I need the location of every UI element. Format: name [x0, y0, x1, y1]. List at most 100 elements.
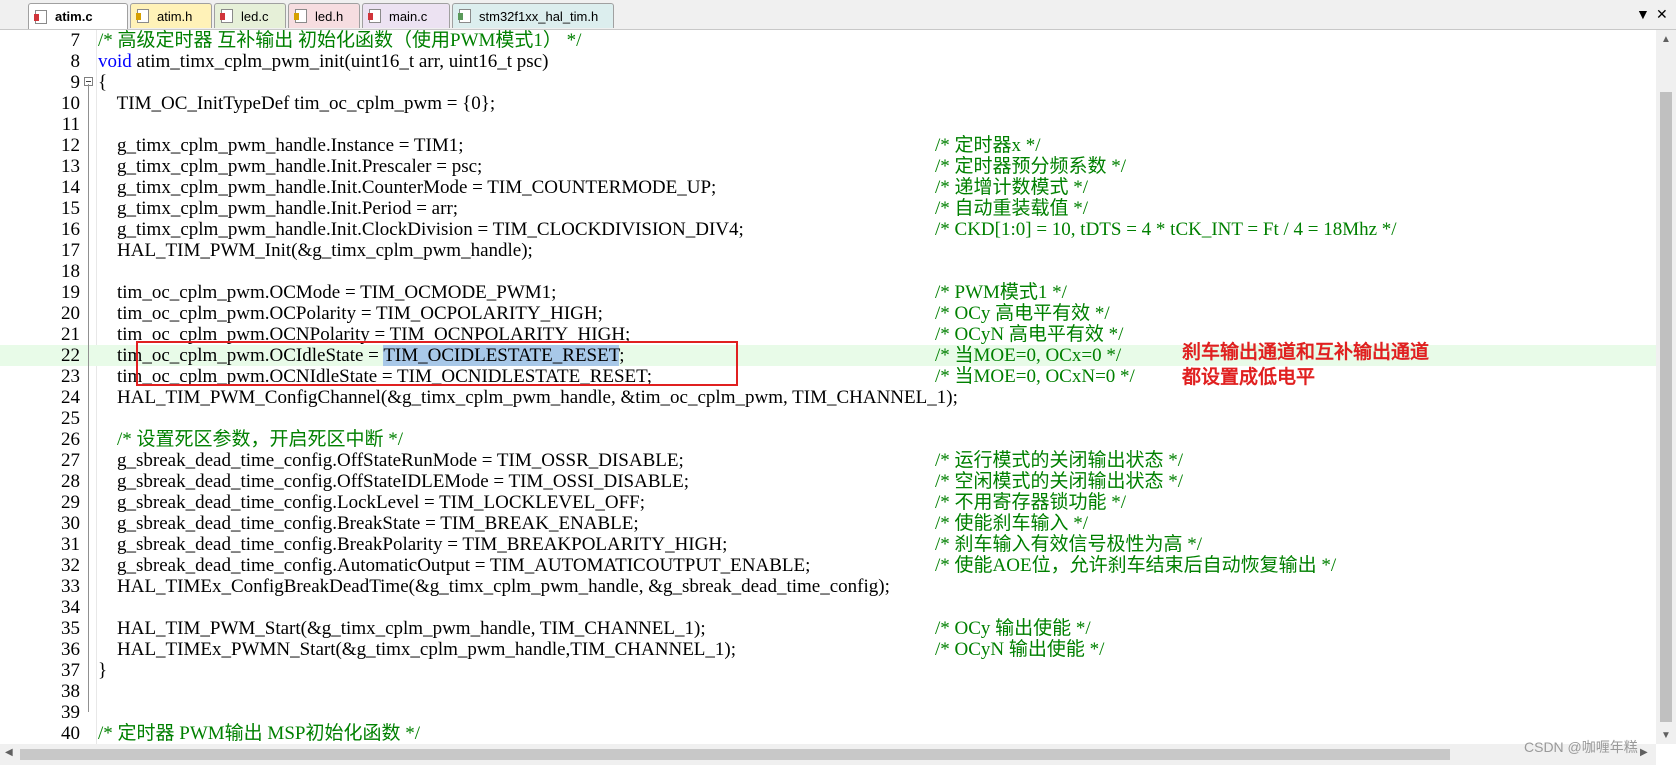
code-text: void atim_timx_cplm_pwm_init(uint16_t ar… — [98, 51, 548, 72]
line-number: 23 — [61, 366, 80, 387]
line-number: 8 — [70, 51, 81, 72]
code-line[interactable]: 28 g_sbreak_dead_time_config.OffStateIDL… — [0, 471, 1656, 492]
code-line[interactable]: 15 g_timx_cplm_pwm_handle.Init.Period = … — [0, 198, 1656, 219]
line-number: 37 — [61, 660, 80, 681]
code-line[interactable]: 18 — [0, 261, 1656, 282]
code-text: } — [98, 660, 108, 681]
tab-list-dropdown-icon[interactable]: ▼ — [1636, 6, 1650, 22]
line-number: 22 — [61, 345, 80, 366]
tab-led-c[interactable]: led.c — [214, 3, 286, 28]
tab-atim-c[interactable]: atim.c — [28, 3, 128, 29]
line-number: 38 — [61, 681, 80, 702]
code-text: g_timx_cplm_pwm_handle.Instance = TIM1; — [98, 135, 464, 156]
code-text: g_sbreak_dead_time_config.BreakPolarity … — [98, 534, 728, 555]
annotation-box — [136, 341, 738, 386]
code-line[interactable]: 25 — [0, 408, 1656, 429]
file-icon — [34, 9, 47, 24]
code-line[interactable]: 29 g_sbreak_dead_time_config.LockLevel =… — [0, 492, 1656, 513]
horizontal-scroll-thumb[interactable] — [20, 749, 1450, 760]
code-line[interactable]: 32 g_sbreak_dead_time_config.AutomaticOu… — [0, 555, 1656, 576]
vertical-scroll-thumb[interactable] — [1660, 92, 1672, 722]
code-line[interactable]: 30 g_sbreak_dead_time_config.BreakState … — [0, 513, 1656, 534]
keyword-token: void — [98, 51, 132, 72]
code-line[interactable]: 9{ — [0, 72, 1656, 93]
inline-comment: /* OCyN 输出使能 */ — [935, 639, 1105, 660]
code-text: tim_oc_cplm_pwm.OCPolarity = TIM_OCPOLAR… — [98, 303, 603, 324]
inline-comment: /* 刹车输入有效信号极性为高 */ — [935, 534, 1203, 555]
code-line[interactable]: 16 g_timx_cplm_pwm_handle.Init.ClockDivi… — [0, 219, 1656, 240]
tab-label: led.h — [315, 8, 344, 24]
code-text: HAL_TIM_PWM_Start(&g_timx_cplm_pwm_handl… — [98, 618, 706, 639]
line-number: 25 — [61, 408, 80, 429]
code-text: /* 设置死区参数，开启死区中断 */ — [98, 429, 404, 450]
close-tab-icon[interactable]: ✕ — [1656, 6, 1668, 23]
scroll-up-icon[interactable]: ▲ — [1661, 34, 1671, 45]
inline-comment: /* 当MOE=0, OCxN=0 */ — [935, 366, 1135, 387]
line-number: 40 — [61, 723, 80, 744]
line-number: 15 — [61, 198, 80, 219]
code-line[interactable]: 26 /* 设置死区参数，开启死区中断 */ — [0, 429, 1656, 450]
code-line[interactable]: 39 — [0, 702, 1656, 723]
code-line[interactable]: 24 HAL_TIM_PWM_ConfigChannel(&g_timx_cpl… — [0, 387, 1656, 408]
line-number: 16 — [61, 219, 80, 240]
code-line[interactable]: 7 /* 高级定时器 互补输出 初始化函数（使用PWM模式1） */ — [0, 30, 1656, 51]
code-line[interactable]: 34 — [0, 597, 1656, 618]
line-number: 24 — [61, 387, 80, 408]
line-number: 14 — [61, 177, 80, 198]
code-line[interactable]: 35 HAL_TIM_PWM_Start(&g_timx_cplm_pwm_ha… — [0, 618, 1656, 639]
code-text: g_sbreak_dead_time_config.LockLevel = TI… — [98, 492, 646, 513]
code-text: /* 定时器 PWM输出 MSP初始化函数 */ — [98, 723, 420, 744]
line-number: 11 — [61, 114, 80, 135]
line-number: 9 — [70, 72, 81, 93]
horizontal-scrollbar[interactable]: ◀ ▶ — [0, 744, 1656, 765]
line-number: 33 — [61, 576, 80, 597]
scroll-left-icon[interactable]: ◀ — [5, 747, 13, 758]
inline-comment: /* CKD[1:0] = 10, tDTS = 4 * tCK_INT = F… — [935, 219, 1397, 240]
line-number: 31 — [61, 534, 80, 555]
code-line[interactable]: 12 g_timx_cplm_pwm_handle.Instance = TIM… — [0, 135, 1656, 156]
tab-label: atim.h — [157, 8, 193, 24]
code-line[interactable]: 31 g_sbreak_dead_time_config.BreakPolari… — [0, 534, 1656, 555]
line-number: 29 — [61, 492, 80, 513]
file-icon — [458, 9, 471, 23]
inline-comment: /* 空闲模式的关闭输出状态 */ — [935, 471, 1184, 492]
code-text: g_sbreak_dead_time_config.OffStateIDLEMo… — [98, 471, 690, 492]
tab-main-c[interactable]: main.c — [362, 3, 450, 28]
code-text: g_sbreak_dead_time_config.OffStateRunMod… — [98, 450, 684, 471]
inline-comment: /* 使能刹车输入 */ — [935, 513, 1089, 534]
code-text: g_timx_cplm_pwm_handle.Init.Period = arr… — [98, 198, 459, 219]
code-line[interactable]: 14 g_timx_cplm_pwm_handle.Init.CounterMo… — [0, 177, 1656, 198]
code-line[interactable]: 27 g_sbreak_dead_time_config.OffStateRun… — [0, 450, 1656, 471]
inline-comment: /* 定时器x */ — [935, 135, 1041, 156]
vertical-scrollbar[interactable]: ▲ ▼ — [1656, 30, 1676, 744]
code-line[interactable]: 33 HAL_TIMEx_ConfigBreakDeadTime(&g_timx… — [0, 576, 1656, 597]
code-line[interactable]: 19 tim_oc_cplm_pwm.OCMode = TIM_OCMODE_P… — [0, 282, 1656, 303]
tab-atim-h[interactable]: atim.h — [130, 3, 212, 28]
code-editor[interactable]: 7 /* 高级定时器 互补输出 初始化函数（使用PWM模式1） */ 8 void a… — [0, 30, 1656, 744]
code-line[interactable]: 17 HAL_TIM_PWM_Init(&g_timx_cplm_pwm_han… — [0, 240, 1656, 261]
tab-label: led.c — [241, 8, 269, 24]
tab-led-h[interactable]: led.h — [288, 3, 360, 28]
code-line[interactable]: 38 — [0, 681, 1656, 702]
watermark: CSDN @咖喱年糕 — [1524, 739, 1638, 755]
code-line[interactable]: 20 tim_oc_cplm_pwm.OCPolarity = TIM_OCPO… — [0, 303, 1656, 324]
tab-label: main.c — [389, 8, 428, 24]
code-line[interactable]: 13 g_timx_cplm_pwm_handle.Init.Prescaler… — [0, 156, 1656, 177]
code-text: TIM_OC_InitTypeDef tim_oc_cplm_pwm = {0}… — [98, 93, 496, 114]
fold-guide-line — [88, 84, 89, 712]
code-line[interactable]: 8 void atim_timx_cplm_pwm_init(uint16_t a… — [0, 51, 1656, 72]
line-number: 7 — [70, 30, 81, 51]
inline-comment: /* 运行模式的关闭输出状态 */ — [935, 450, 1184, 471]
line-number: 39 — [61, 702, 80, 723]
code-line[interactable]: 36 HAL_TIMEx_PWMN_Start(&g_timx_cplm_pwm… — [0, 639, 1656, 660]
code-line[interactable]: 11 — [0, 114, 1656, 135]
scroll-down-icon[interactable]: ▼ — [1661, 730, 1671, 741]
tab-stm32f1xx-hal-tim-h[interactable]: stm32f1xx_hal_tim.h — [452, 3, 614, 28]
inline-comment: /* OCy 高电平有效 */ — [935, 303, 1110, 324]
code-text: g_sbreak_dead_time_config.BreakState = T… — [98, 513, 639, 534]
code-line[interactable]: 37} — [0, 660, 1656, 681]
code-segment: atim_timx_cplm_pwm_init(uint16_t arr, ui… — [131, 51, 549, 72]
scroll-right-icon[interactable]: ▶ — [1640, 747, 1648, 758]
code-line[interactable]: 40 /* 定时器 PWM输出 MSP初始化函数 */ — [0, 723, 1656, 744]
code-line[interactable]: 10 TIM_OC_InitTypeDef tim_oc_cplm_pwm = … — [0, 93, 1656, 114]
